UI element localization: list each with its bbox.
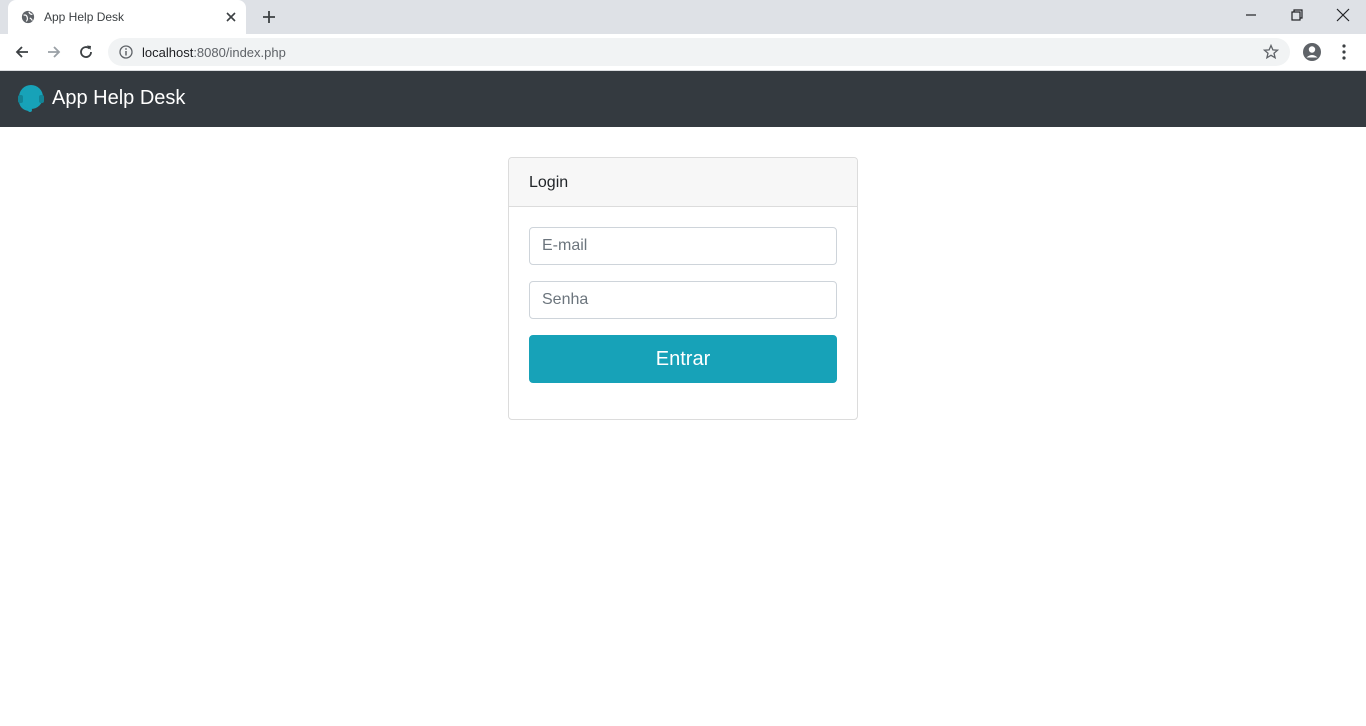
navbar-brand[interactable]: App Help Desk [16, 83, 185, 113]
url-path: :8080/index.php [193, 45, 286, 60]
email-input[interactable] [529, 227, 837, 265]
forward-arrow-icon[interactable] [45, 43, 63, 61]
bookmark-star-icon[interactable] [1263, 44, 1279, 60]
restore-icon[interactable] [1289, 7, 1305, 23]
new-tab-icon[interactable] [260, 8, 278, 26]
app-navbar: App Help Desk [0, 71, 1366, 127]
url-host: localhost [142, 45, 194, 60]
close-icon[interactable] [224, 10, 238, 24]
url-text: localhost:8080/index.php [142, 45, 286, 60]
info-icon[interactable] [119, 45, 133, 59]
minimize-icon[interactable] [1243, 7, 1259, 23]
brand-name: App Help Desk [52, 86, 186, 109]
browser-tabstrip: App Help Desk [0, 0, 1366, 34]
browser-tab[interactable]: App Help Desk [8, 0, 246, 34]
back-arrow-icon[interactable] [13, 43, 31, 61]
login-card-header: Login [509, 158, 857, 207]
kebab-menu-icon[interactable] [1336, 43, 1352, 61]
globe-icon [21, 10, 35, 24]
address-bar[interactable]: localhost:8080/index.php [108, 38, 1290, 66]
login-submit-button[interactable]: Entrar [529, 335, 837, 383]
browser-toolbar: localhost:8080/index.php [0, 34, 1366, 71]
close-window-icon[interactable] [1335, 7, 1351, 23]
headset-support-logo-icon [18, 85, 44, 112]
tab-title: App Help Desk [44, 10, 125, 24]
password-input[interactable] [529, 281, 837, 319]
profile-avatar-icon[interactable] [1302, 42, 1322, 62]
login-card: Login Entrar [508, 157, 858, 420]
reload-icon[interactable] [77, 43, 95, 61]
